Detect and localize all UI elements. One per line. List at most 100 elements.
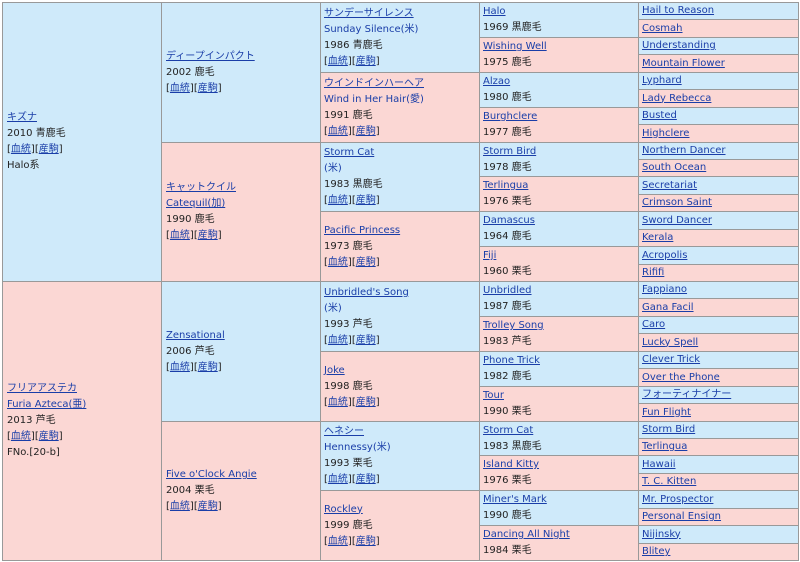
horse-name-link[interactable]: Mr. Prospector	[642, 492, 713, 508]
offspring-link[interactable]: 産駒	[356, 257, 376, 268]
pedigree-link[interactable]: 血統	[328, 474, 348, 485]
horse-name-link[interactable]: Damascus	[483, 213, 636, 229]
horse-name-link[interactable]: Miner's Mark	[483, 492, 636, 508]
horse-name-link[interactable]: Kerala	[642, 230, 673, 246]
horse-name-link[interactable]: Fun Flight	[642, 405, 691, 421]
pedigree-link[interactable]: 血統	[170, 230, 190, 241]
horse-name-link[interactable]: Storm Bird	[483, 144, 636, 160]
horse-name-link[interactable]: Unbridled's Song	[324, 285, 477, 301]
horse-name-link[interactable]: South Ocean	[642, 160, 706, 176]
horse-name-link[interactable]: Caro	[642, 317, 665, 333]
horse-name-link[interactable]: Cosmah	[642, 21, 683, 37]
year-color: 1987 鹿毛	[483, 301, 532, 312]
horse-name-link[interactable]: Trolley Song	[483, 318, 636, 334]
horse-name-link[interactable]: Lucky Spell	[642, 335, 698, 351]
horse-name-link[interactable]: Joke	[324, 363, 477, 379]
horse-name-link[interactable]: キズナ	[7, 110, 158, 126]
horse-name-link[interactable]: Unbridled	[483, 283, 636, 299]
offspring-link[interactable]: 産駒	[356, 126, 376, 137]
horse-name-link[interactable]: Burghclere	[483, 109, 636, 125]
horse-name-link[interactable]: Rififi	[642, 265, 664, 281]
horse-name-link[interactable]: Northern Dancer	[642, 143, 726, 159]
horse-name-link[interactable]: Hail to Reason	[642, 3, 714, 19]
horse-name-link[interactable]: Rockley	[324, 502, 477, 518]
pedigree-link[interactable]: 血統	[11, 144, 31, 155]
pedigree-link[interactable]: 血統	[328, 397, 348, 408]
gen3-links: [血統][産駒]	[324, 395, 477, 411]
offspring-link[interactable]: 産駒	[356, 335, 376, 346]
year-color: 1984 栗毛	[483, 545, 532, 556]
horse-name-link[interactable]: Dancing All Night	[483, 527, 636, 543]
year-color: 1960 栗毛	[483, 266, 532, 277]
offspring-link[interactable]: 産駒	[198, 362, 218, 373]
horse-name-link[interactable]: Pacific Princess	[324, 223, 477, 239]
offspring-link[interactable]: 産駒	[356, 56, 376, 67]
horse-name-link[interactable]: Five o'Clock Angie	[166, 467, 317, 483]
horse-name-link[interactable]: Halo	[483, 4, 636, 20]
horse-name-link[interactable]: Crimson Saint	[642, 195, 712, 211]
horse-name-link[interactable]: Terlingua	[642, 439, 687, 455]
horse-name-link[interactable]: Lyphard	[642, 73, 682, 89]
horse-name-link[interactable]: ディープインパクト	[166, 49, 317, 65]
horse-name-link[interactable]: Secretariat	[642, 178, 697, 194]
offspring-link[interactable]: 産駒	[356, 536, 376, 547]
horse-name-link[interactable]: Fappiano	[642, 282, 687, 298]
horse-name-link[interactable]: Acropolis	[642, 248, 687, 264]
horse-name-link[interactable]: Storm Cat	[324, 145, 477, 161]
horse-name-en-link[interactable]: Furia Azteca(亜)	[7, 397, 158, 413]
horse-name-link[interactable]: Busted	[642, 108, 677, 124]
horse-name-link[interactable]: Zensational	[166, 328, 317, 344]
offspring-link[interactable]: 産駒	[198, 230, 218, 241]
year-color: 1999 鹿毛	[324, 519, 373, 531]
pedigree-link[interactable]: 血統	[328, 126, 348, 137]
offspring-link[interactable]: 産駒	[198, 501, 218, 512]
horse-name-link[interactable]: Blitey	[642, 544, 670, 560]
horse-name-link[interactable]: Storm Bird	[642, 422, 695, 438]
horse-name-link[interactable]: Terlingua	[483, 178, 636, 194]
horse-name-link[interactable]: Hawaii	[642, 457, 676, 473]
horse-name-link[interactable]: Phone Trick	[483, 353, 636, 369]
horse-name-link[interactable]: Over the Phone	[642, 370, 720, 386]
horse-name-link[interactable]: ヘネシー	[324, 424, 477, 440]
pedigree-link[interactable]: 血統	[11, 431, 31, 442]
horse-name-link[interactable]: Clever Trick	[642, 352, 700, 368]
horse-name-link[interactable]: Lady Rebecca	[642, 91, 711, 107]
offspring-link[interactable]: 産駒	[39, 431, 59, 442]
offspring-link[interactable]: 産駒	[39, 144, 59, 155]
bracket: ]	[375, 334, 380, 346]
horse-name-link[interactable]: Understanding	[642, 38, 716, 54]
horse-name-link[interactable]: Mountain Flower	[642, 56, 725, 72]
pedigree-link[interactable]: 血統	[328, 195, 348, 206]
pedigree-link[interactable]: 血統	[170, 83, 190, 94]
horse-name-link[interactable]: Sword Dancer	[642, 213, 712, 229]
horse-name-link[interactable]: Wishing Well	[483, 39, 636, 55]
horse-name-link[interactable]: フォーティナイナー	[642, 387, 731, 403]
pedigree-link[interactable]: 血統	[328, 536, 348, 547]
pedigree-link[interactable]: 血統	[170, 362, 190, 373]
horse-name-link[interactable]: Personal Ensign	[642, 509, 721, 525]
horse-name-link[interactable]: Nijinsky	[642, 527, 681, 543]
offspring-link[interactable]: 産駒	[356, 195, 376, 206]
horse-name-link[interactable]: Fiji	[483, 248, 636, 264]
horse-name-link[interactable]: フリアアステカ	[7, 381, 158, 397]
pedigree-link[interactable]: 血統	[328, 257, 348, 268]
horse-name-link[interactable]: Tour	[483, 388, 636, 404]
horse-name-link[interactable]: サンデーサイレンス	[324, 6, 477, 22]
horse-name-link[interactable]: ウインドインハーヘア	[324, 76, 477, 92]
horse-name-link[interactable]: T. C. Kitten	[642, 474, 696, 490]
pedigree-link[interactable]: 血統	[170, 501, 190, 512]
horse-name-link[interactable]: キャットクイル	[166, 180, 317, 196]
horse-name-en-link[interactable]: Catequil(加)	[166, 196, 317, 212]
offspring-link[interactable]: 産駒	[198, 83, 218, 94]
horse-name-en: Hennessy(米)	[324, 442, 391, 453]
pedigree-link[interactable]: 血統	[328, 56, 348, 67]
offspring-link[interactable]: 産駒	[356, 397, 376, 408]
horse-name-link[interactable]: Gana Facil	[642, 300, 694, 316]
offspring-link[interactable]: 産駒	[356, 474, 376, 485]
horse-name-link[interactable]: Alzao	[483, 74, 636, 90]
pedigree-link[interactable]: 血統	[328, 335, 348, 346]
horse-name-link[interactable]: Storm Cat	[483, 423, 636, 439]
horse-name-link[interactable]: Highclere	[642, 126, 689, 142]
horse-name-link[interactable]: Island Kitty	[483, 457, 636, 473]
year-color: 2006 芦毛	[166, 345, 215, 357]
